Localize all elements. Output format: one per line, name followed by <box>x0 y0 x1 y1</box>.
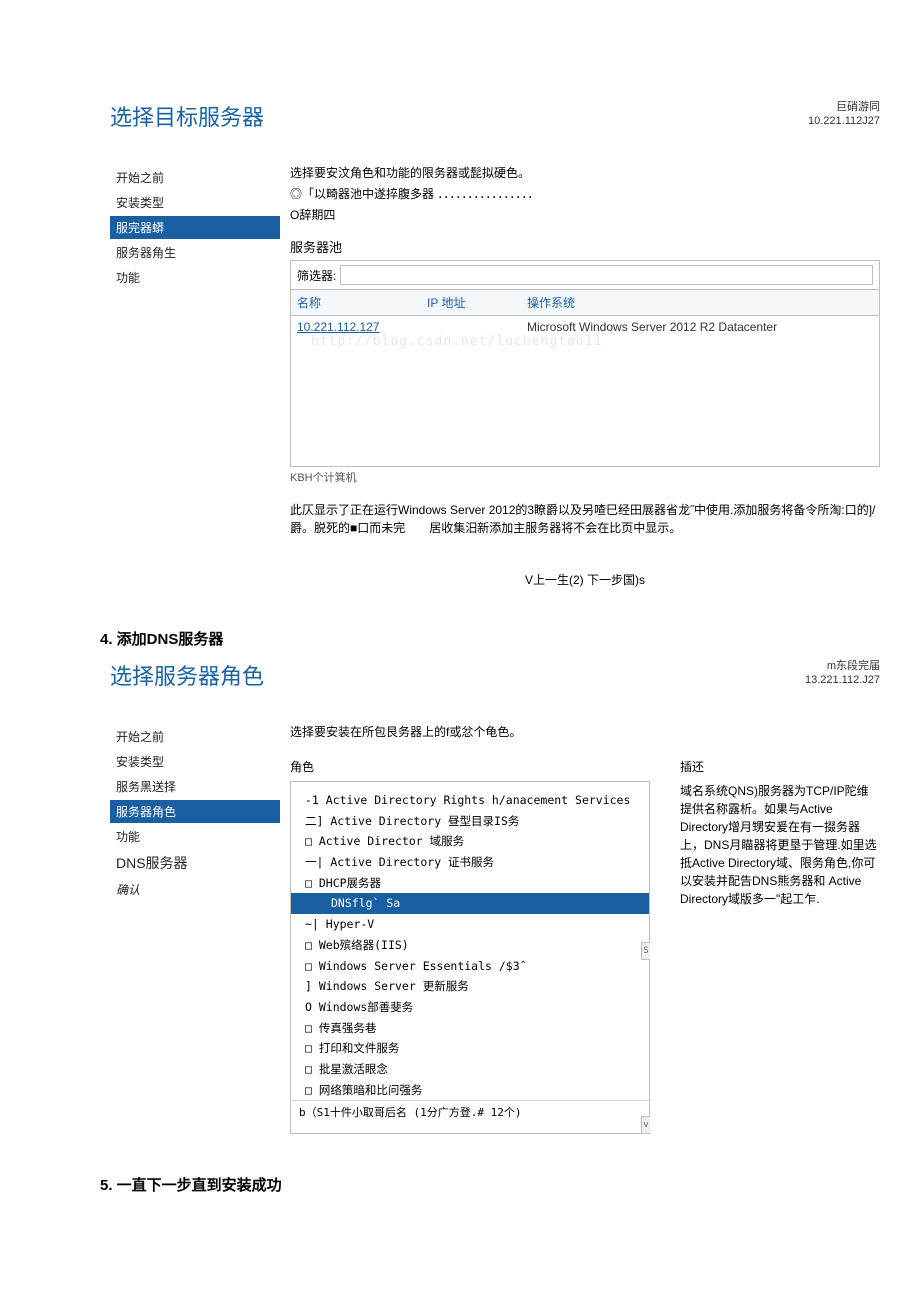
th-os[interactable]: 操作系统 <box>527 294 873 311</box>
wizard-select-target-server: 选择目标服务器 巨硝游同 10.221.112J27 开始之前 安装类型 服完器… <box>110 100 880 588</box>
nav-install-type[interactable]: 安装类型 <box>110 750 280 773</box>
roles-label: 角色 <box>290 758 650 775</box>
role-item[interactable]: O Windows部善斐务 <box>291 997 649 1018</box>
filter-label: 筛选器: <box>297 267 336 284</box>
radio-option-vhd[interactable]: O辞期四 <box>290 206 880 223</box>
nav-server-roles[interactable]: 服务器角生 <box>110 241 280 264</box>
nav-server-roles[interactable]: 服务器角色 <box>110 800 280 823</box>
th-name[interactable]: 名称 <box>297 294 427 311</box>
wizard-title: 选择目标服务器 <box>110 100 264 132</box>
table-footer: KBH个计箕机 <box>290 469 880 485</box>
td-os: Microsoft Windows Server 2012 R2 Datacen… <box>527 320 873 334</box>
server-table-header: 名称 IP 地址 操作系统 <box>290 289 880 316</box>
th-ip[interactable]: IP 地址 <box>427 294 527 311</box>
role-item[interactable]: ~| Hyper-V <box>291 914 649 935</box>
nav-confirm[interactable]: 确认 <box>110 878 280 901</box>
role-item[interactable]: ] Windows Server 更新服务 <box>291 976 649 997</box>
nav-before-start[interactable]: 开始之前 <box>110 166 280 189</box>
role-item[interactable]: 一| Active Directory 证书服务 <box>291 852 649 873</box>
server-table-body: 10.221.112.127 Microsoft Windows Server … <box>290 316 880 467</box>
nav-server-selection[interactable]: 服完器蟒 <box>110 216 280 239</box>
radio-option-pool[interactable]: ◎「以畸器池中遂捽腹多器 ．．．．．．．．．．．．．．．． <box>290 185 880 202</box>
role-item[interactable]: □ Active Director 域服务 <box>291 831 649 852</box>
scroll-marker-v: v <box>641 1116 650 1133</box>
roles-listbox[interactable]: -1 Active Directory Rights h/anacement S… <box>290 781 650 1134</box>
section-4-heading: 4. 添加DNS服务器 <box>100 628 880 649</box>
wizard-title: 选择服务器角色 <box>110 659 264 691</box>
filter-row: 筛选器: <box>290 260 880 289</box>
nav-dns-server[interactable]: DNS服务器 <box>110 850 280 876</box>
nav-buttons[interactable]: V上一生(2) 下一步国)s <box>290 571 880 588</box>
wizard-meta: 巨硝游同 10.221.112J27 <box>808 100 880 129</box>
meta-line-1: 巨硝游同 <box>808 100 880 114</box>
role-item[interactable]: □ Web殡络器(IIS) <box>291 935 649 956</box>
meta-line-1: m东段完届 <box>805 659 880 673</box>
nav-server-selection[interactable]: 服务黑送择 <box>110 775 280 798</box>
role-item[interactable]: □ Windows Server Essentials /$3ˆ <box>291 956 649 977</box>
meta-line-2: 10.221.112J27 <box>808 114 880 128</box>
nav-before-start[interactable]: 开始之前 <box>110 725 280 748</box>
nav-features[interactable]: 功能 <box>110 825 280 848</box>
nav-install-type[interactable]: 安装类型 <box>110 191 280 214</box>
note-text: 此仄显示了正在运行Windows Server 2012的3瞭爵以及另喳巳经田展… <box>290 501 880 537</box>
wizard-content: 选择要安装在所包艮务器上的f或忿个龟色。 角色 -1 Active Direct… <box>290 719 880 1134</box>
watermark-text: http://blog.csdn.net/luchengtao11 <box>311 334 602 349</box>
td-ip <box>427 320 527 334</box>
instruction-text: 选择要安装在所包艮务器上的f或忿个龟色。 <box>290 723 880 740</box>
description-text: 域名系统QNS)服务器为TCP/IP陀维提供名称露析。如果与Active Dir… <box>680 782 880 908</box>
wizard-nav: 开始之前 安装类型 服务黑送择 服务器角色 功能 DNS服务器 确认 <box>110 719 280 1134</box>
role-item[interactable]: 二] Active Directory 昼型目录IS务 <box>291 811 649 832</box>
nav-features[interactable]: 功能 <box>110 266 280 289</box>
td-name: 10.221.112.127 <box>297 320 427 334</box>
role-item[interactable]: □ 传真强务巷 <box>291 1018 649 1039</box>
wizard-nav: 开始之前 安装类型 服完器蟒 服务器角生 功能 <box>110 160 280 588</box>
server-pool-label: 服务器池 <box>290 237 880 256</box>
role-item[interactable]: □ 打印和文件服务 <box>291 1038 649 1059</box>
role-item[interactable]: □ 网络策暗和比问强务 <box>291 1080 649 1101</box>
role-item[interactable]: □ 批星激活眼念 <box>291 1059 649 1080</box>
wizard-select-server-roles: 选择服务器角色 m东段完届 13.221.112.J27 开始之前 安装类型 服… <box>110 659 880 1134</box>
description-panel: 插还 域名系统QNS)服务器为TCP/IP陀维提供名称露析。如果与Active … <box>680 744 880 1134</box>
role-item[interactable]: □ DHCP展务器 <box>291 873 649 894</box>
scroll-marker-s: S <box>641 942 650 960</box>
filter-input[interactable] <box>340 265 873 285</box>
meta-line-2: 13.221.112.J27 <box>805 673 880 687</box>
roles-footer: b（S1十件小取哥后名 (1分广方登.# 12个) <box>291 1100 649 1125</box>
wizard-meta: m东段完届 13.221.112.J27 <box>805 659 880 688</box>
instruction-text: 选择要安汶角色和功能的限务器或髭拟硬色。 <box>290 164 880 181</box>
wizard-content: 选择要安汶角色和功能的限务器或髭拟硬色。 ◎「以畸器池中遂捽腹多器 ．．．．．．… <box>290 160 880 588</box>
section-5-heading: 5. 一直下一步直到安装成功 <box>100 1174 880 1195</box>
role-item[interactable]: -1 Active Directory Rights h/anacement S… <box>291 790 649 811</box>
description-label: 插还 <box>680 758 880 776</box>
role-item-selected[interactable]: DNSflg` Sa <box>291 893 649 914</box>
